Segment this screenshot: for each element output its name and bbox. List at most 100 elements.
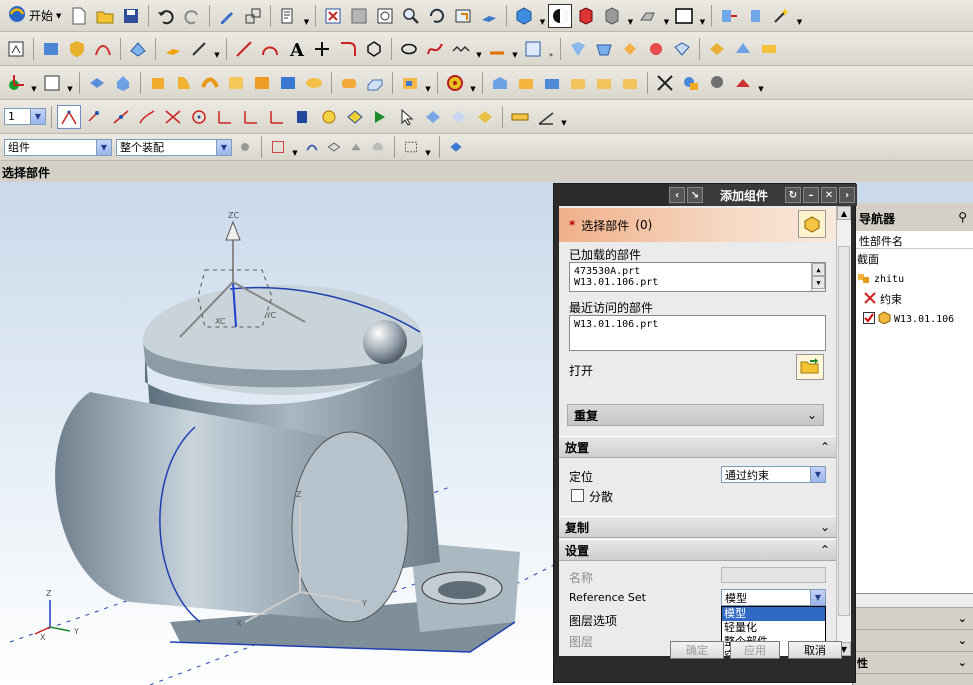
reference-set-option[interactable]: 模型 (722, 607, 825, 621)
filter-body-icon[interactable] (447, 105, 471, 129)
close-icon[interactable]: ✕ (821, 187, 837, 203)
apply-button[interactable]: 应用 (730, 641, 780, 659)
work-layer-combo[interactable]: 1 ▼ (4, 108, 46, 125)
snap-point-icon[interactable] (57, 104, 81, 129)
chevron-up-icon[interactable]: ▲ (812, 263, 825, 276)
hole-icon[interactable] (224, 71, 248, 95)
snap-bounded-icon[interactable] (343, 105, 367, 129)
open-folder-icon[interactable] (93, 4, 117, 28)
book-icon[interactable] (39, 37, 63, 61)
extrude-surface-icon[interactable] (566, 37, 590, 61)
dialog-titlebar[interactable]: ‹ ↘ 添加组件 ↻ – ✕ › (669, 184, 857, 206)
offset-surface-icon[interactable] (670, 37, 694, 61)
chevron-up-icon[interactable]: ▲ (837, 206, 851, 220)
assembly-array-icon[interactable] (566, 71, 590, 95)
measure-angle-icon[interactable] (534, 105, 558, 129)
edit-object-icon[interactable] (215, 4, 239, 28)
snap-mid-icon[interactable] (109, 105, 133, 129)
transform-icon[interactable] (241, 4, 265, 28)
start-menu-button[interactable]: 开始 ▼ (4, 4, 65, 28)
clearance-icon[interactable] (679, 71, 703, 95)
chevron-left-icon[interactable]: ‹ (669, 187, 685, 203)
reference-set-combo[interactable]: 模型 ▼ (721, 589, 826, 606)
pocket-icon[interactable] (276, 71, 300, 95)
minimize-icon[interactable]: – (803, 187, 819, 203)
reference-set-option[interactable]: 轻量化 (722, 621, 825, 635)
polygon-icon[interactable] (362, 37, 386, 61)
loaded-part-item[interactable]: 473530A.prt (574, 266, 821, 277)
section-view-icon[interactable] (574, 4, 598, 28)
project-curve-icon[interactable] (521, 37, 545, 61)
cancel-button[interactable]: 取消 (788, 641, 842, 659)
checkbox-checked-icon[interactable] (863, 311, 875, 327)
select-component-icon[interactable] (369, 135, 387, 159)
block-icon[interactable] (85, 71, 109, 95)
snap-face-icon[interactable] (317, 105, 341, 129)
chevron-down-icon[interactable]: ▼ (812, 276, 825, 289)
edge-blend-icon[interactable] (337, 71, 361, 95)
navigator-row-section[interactable]: 截面 (853, 249, 973, 269)
rectangle-select-icon[interactable] (402, 135, 420, 159)
filter-face-icon[interactable] (421, 105, 445, 129)
reposition-icon[interactable] (705, 71, 729, 95)
filter-comp-icon[interactable] (473, 105, 497, 129)
sweep-along-guide-icon[interactable] (198, 71, 222, 95)
shield-icon[interactable] (65, 37, 89, 61)
wireframe-icon[interactable] (600, 4, 624, 28)
pattern-icon[interactable] (443, 71, 467, 95)
navigator-section-2[interactable]: ⌄ (853, 630, 973, 652)
thicken-icon[interactable] (757, 37, 781, 61)
assembly-mate-icon[interactable] (540, 71, 564, 95)
route-icon[interactable] (731, 71, 755, 95)
snap-control-icon[interactable] (135, 105, 159, 129)
assembly-replace-icon[interactable] (618, 71, 642, 95)
navigator-section-properties[interactable]: 性 ⌄ (853, 652, 973, 674)
select-curve-icon[interactable] (303, 135, 321, 159)
loaded-part-item[interactable]: W13.01.106.prt (574, 277, 821, 288)
pin-icon[interactable]: ⚲ (958, 210, 967, 224)
trim-sheet-icon[interactable] (705, 37, 729, 61)
repeat-group[interactable]: 重复 ⌄ (567, 404, 824, 426)
sew-icon[interactable] (731, 37, 755, 61)
filter-settings-icon[interactable] (236, 135, 254, 159)
navigator-row-zhitu[interactable]: zhitu (853, 269, 973, 289)
selection-scope-combo[interactable]: 整个装配 ▼ (116, 138, 232, 156)
collapse-icon[interactable]: ↘ (687, 187, 703, 203)
point-icon[interactable] (310, 37, 334, 61)
analysis-icon[interactable] (644, 37, 668, 61)
explode-icon[interactable] (653, 71, 677, 95)
new-file-icon[interactable] (67, 4, 91, 28)
zoom-window-icon[interactable] (347, 4, 371, 28)
displayed-part-icon[interactable] (743, 4, 767, 28)
recent-parts-list[interactable]: W13.01.106.prt (569, 315, 826, 351)
positioning-combo[interactable]: 通过约束 ▼ (721, 466, 826, 483)
rotate-icon[interactable] (425, 4, 449, 28)
chamfer-icon[interactable] (363, 71, 387, 95)
snap-end-icon[interactable] (83, 105, 107, 129)
extrude-icon[interactable] (146, 71, 170, 95)
reset-icon[interactable]: ↻ (785, 187, 801, 203)
select-all-icon[interactable] (447, 135, 465, 159)
surface-icon[interactable] (126, 37, 150, 61)
conic-icon[interactable] (449, 37, 473, 61)
recent-part-item[interactable]: W13.01.106.prt (574, 319, 821, 330)
zoom-icon[interactable] (399, 4, 423, 28)
line-icon[interactable] (232, 37, 256, 61)
snap-intersection-icon[interactable] (161, 105, 185, 129)
snap-quadrant-icon[interactable] (265, 105, 289, 129)
spline-icon[interactable] (423, 37, 447, 61)
redo-icon[interactable] (180, 4, 204, 28)
rectangle-icon[interactable] (40, 71, 64, 95)
snap-arrow-icon[interactable] (369, 105, 393, 129)
save-icon[interactable] (119, 4, 143, 28)
select-edge-icon[interactable] (347, 135, 365, 159)
undo-icon[interactable] (154, 4, 178, 28)
work-part-icon[interactable] (717, 4, 741, 28)
arc-icon[interactable] (258, 37, 282, 61)
type-filter-combo[interactable]: 组件 ▼ (4, 138, 112, 156)
shaded-render-icon[interactable] (548, 3, 573, 28)
magic-wand-icon[interactable] (769, 4, 793, 28)
color-box-icon[interactable] (672, 4, 696, 28)
pad-icon[interactable] (302, 71, 326, 95)
loaded-parts-scrollbar[interactable]: ▲ ▼ (811, 263, 825, 291)
